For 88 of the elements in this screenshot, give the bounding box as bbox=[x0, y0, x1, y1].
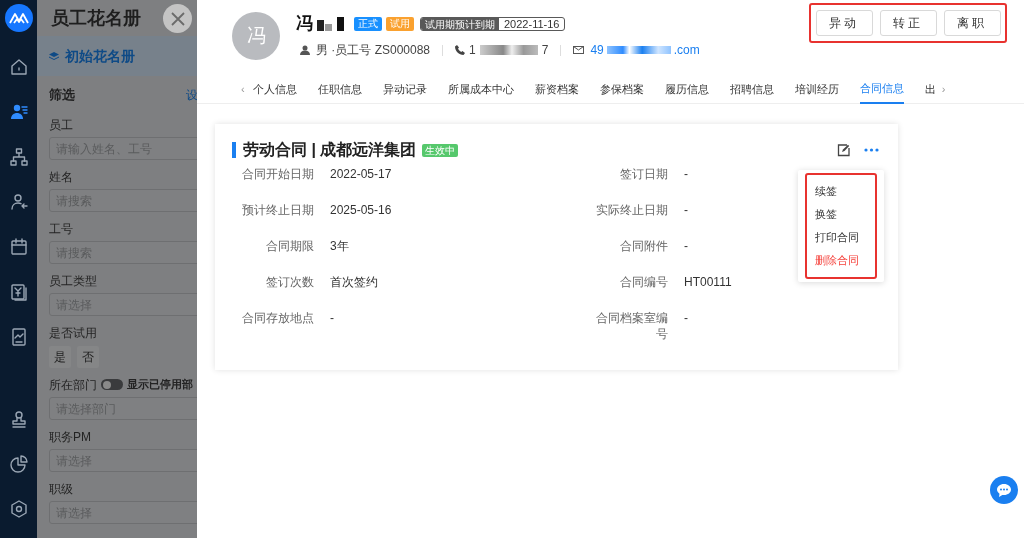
filter-heading: 筛选 bbox=[49, 86, 75, 105]
redaction-drawing bbox=[317, 17, 344, 31]
field-label: 签订次数 bbox=[265, 274, 314, 290]
pie-chart-icon[interactable] bbox=[8, 454, 29, 474]
tab[interactable]: 合同信息 bbox=[859, 75, 904, 104]
field-value: - bbox=[684, 238, 688, 254]
field-label: 合同编号 bbox=[619, 274, 668, 290]
org-chart-icon[interactable] bbox=[8, 147, 29, 167]
phone-number-end: 7 bbox=[541, 42, 549, 59]
action-button[interactable]: 异动 bbox=[815, 10, 873, 36]
status-tag: 正式 bbox=[354, 17, 382, 31]
action-button[interactable]: 转正 bbox=[879, 10, 937, 36]
field-label: 工号 bbox=[49, 220, 73, 238]
action-button[interactable]: 离职 bbox=[943, 10, 1001, 36]
employee-info: 男 ·员工号 ZS000088 bbox=[316, 42, 431, 59]
tab[interactable]: 个人信息 bbox=[252, 75, 297, 104]
menu-item[interactable]: 换签 bbox=[815, 205, 875, 224]
status-tag: 生效中 bbox=[422, 143, 459, 157]
field-label: 所在部门 bbox=[49, 376, 97, 394]
field-label: 预计终止日期 bbox=[241, 202, 314, 218]
layers-icon bbox=[49, 51, 59, 61]
field-value: 首次签约 bbox=[330, 274, 378, 290]
tab[interactable]: 履历信息 bbox=[664, 75, 709, 104]
tab[interactable]: 异动记录 bbox=[382, 75, 427, 104]
tab[interactable]: 出 bbox=[924, 75, 936, 104]
scroll-left-button[interactable]: ‹ bbox=[241, 81, 245, 98]
roster-name: 初始花名册 bbox=[65, 46, 135, 66]
field-value: - bbox=[330, 310, 334, 326]
status-tag: 试用 bbox=[386, 17, 414, 31]
person-icon bbox=[300, 45, 310, 55]
redaction-drawing bbox=[479, 45, 538, 55]
menu-item[interactable]: 续签 bbox=[815, 182, 875, 201]
people-icon[interactable] bbox=[8, 102, 29, 122]
field-value: - bbox=[684, 310, 688, 326]
settings-icon[interactable] bbox=[8, 499, 29, 519]
field-label: 职务PM bbox=[49, 428, 91, 446]
probation-date: 2022-11-16 bbox=[503, 18, 561, 30]
toggle-label: 显示已停用部 bbox=[127, 377, 193, 393]
tab[interactable]: 薪资档案 bbox=[534, 75, 579, 104]
more-icon[interactable] bbox=[864, 148, 879, 152]
field-label: 合同开始日期 bbox=[241, 166, 314, 182]
menu-item[interactable]: 删除合同 bbox=[815, 251, 875, 270]
phone-number-start: 1 bbox=[469, 42, 476, 59]
probation-label: 试用期预计到期 bbox=[421, 18, 499, 30]
field-label: 合同存放地点 bbox=[241, 310, 314, 326]
tab[interactable]: 招聘信息 bbox=[729, 75, 774, 104]
person-arrow-icon[interactable] bbox=[8, 192, 29, 212]
field-label: 是否试用 bbox=[49, 324, 97, 342]
email-start[interactable]: 49 bbox=[590, 41, 604, 59]
field-label: 职级 bbox=[49, 480, 73, 498]
option-button[interactable]: 是 bbox=[49, 346, 71, 368]
employee-name: 冯 bbox=[296, 13, 313, 36]
mail-icon bbox=[573, 46, 585, 54]
field-label: 合同附件 bbox=[619, 238, 668, 254]
toggle-switch[interactable] bbox=[101, 379, 123, 390]
yen-document-icon[interactable] bbox=[8, 282, 29, 302]
avatar: 冯 bbox=[232, 12, 280, 60]
field-value: - bbox=[684, 166, 688, 182]
field-label: 实际终止日期 bbox=[595, 202, 668, 218]
home-icon[interactable] bbox=[8, 57, 29, 77]
field-value: 2025-05-16 bbox=[330, 202, 392, 218]
tab[interactable]: 参保档案 bbox=[599, 75, 644, 104]
field-label: 签订日期 bbox=[619, 166, 668, 182]
tab[interactable]: 培训经历 bbox=[794, 75, 839, 104]
field-value: HT00111 bbox=[684, 274, 732, 290]
option-button[interactable]: 否 bbox=[77, 346, 99, 368]
field-value: 3年 bbox=[330, 238, 349, 254]
panel-title: 员工花名册 bbox=[51, 6, 141, 30]
field-label: 合同期限 bbox=[265, 238, 314, 254]
scroll-right-button[interactable]: › bbox=[941, 81, 946, 98]
field-label: 员工类型 bbox=[49, 272, 97, 290]
app-logo bbox=[4, 4, 33, 32]
field-label: 姓名 bbox=[49, 168, 73, 186]
field-value: 2022-05-17 bbox=[330, 166, 392, 182]
email-end[interactable]: .com bbox=[673, 41, 700, 59]
phone-icon bbox=[455, 45, 466, 55]
field-label: 员工 bbox=[49, 116, 73, 134]
chat-icon bbox=[996, 482, 1012, 498]
field-value: - bbox=[684, 202, 688, 218]
redaction-drawing bbox=[606, 46, 671, 54]
edit-icon[interactable] bbox=[837, 143, 850, 157]
menu-item[interactable]: 打印合同 bbox=[815, 228, 875, 247]
contract-title: 劳动合同 | 成都远洋集团 bbox=[243, 140, 417, 160]
field-label: 合同档案室编号 bbox=[595, 310, 668, 342]
tab[interactable]: 所属成本中心 bbox=[447, 75, 514, 104]
close-icon bbox=[170, 11, 185, 26]
tab[interactable]: 任职信息 bbox=[317, 75, 362, 104]
calendar-icon[interactable] bbox=[8, 237, 29, 257]
